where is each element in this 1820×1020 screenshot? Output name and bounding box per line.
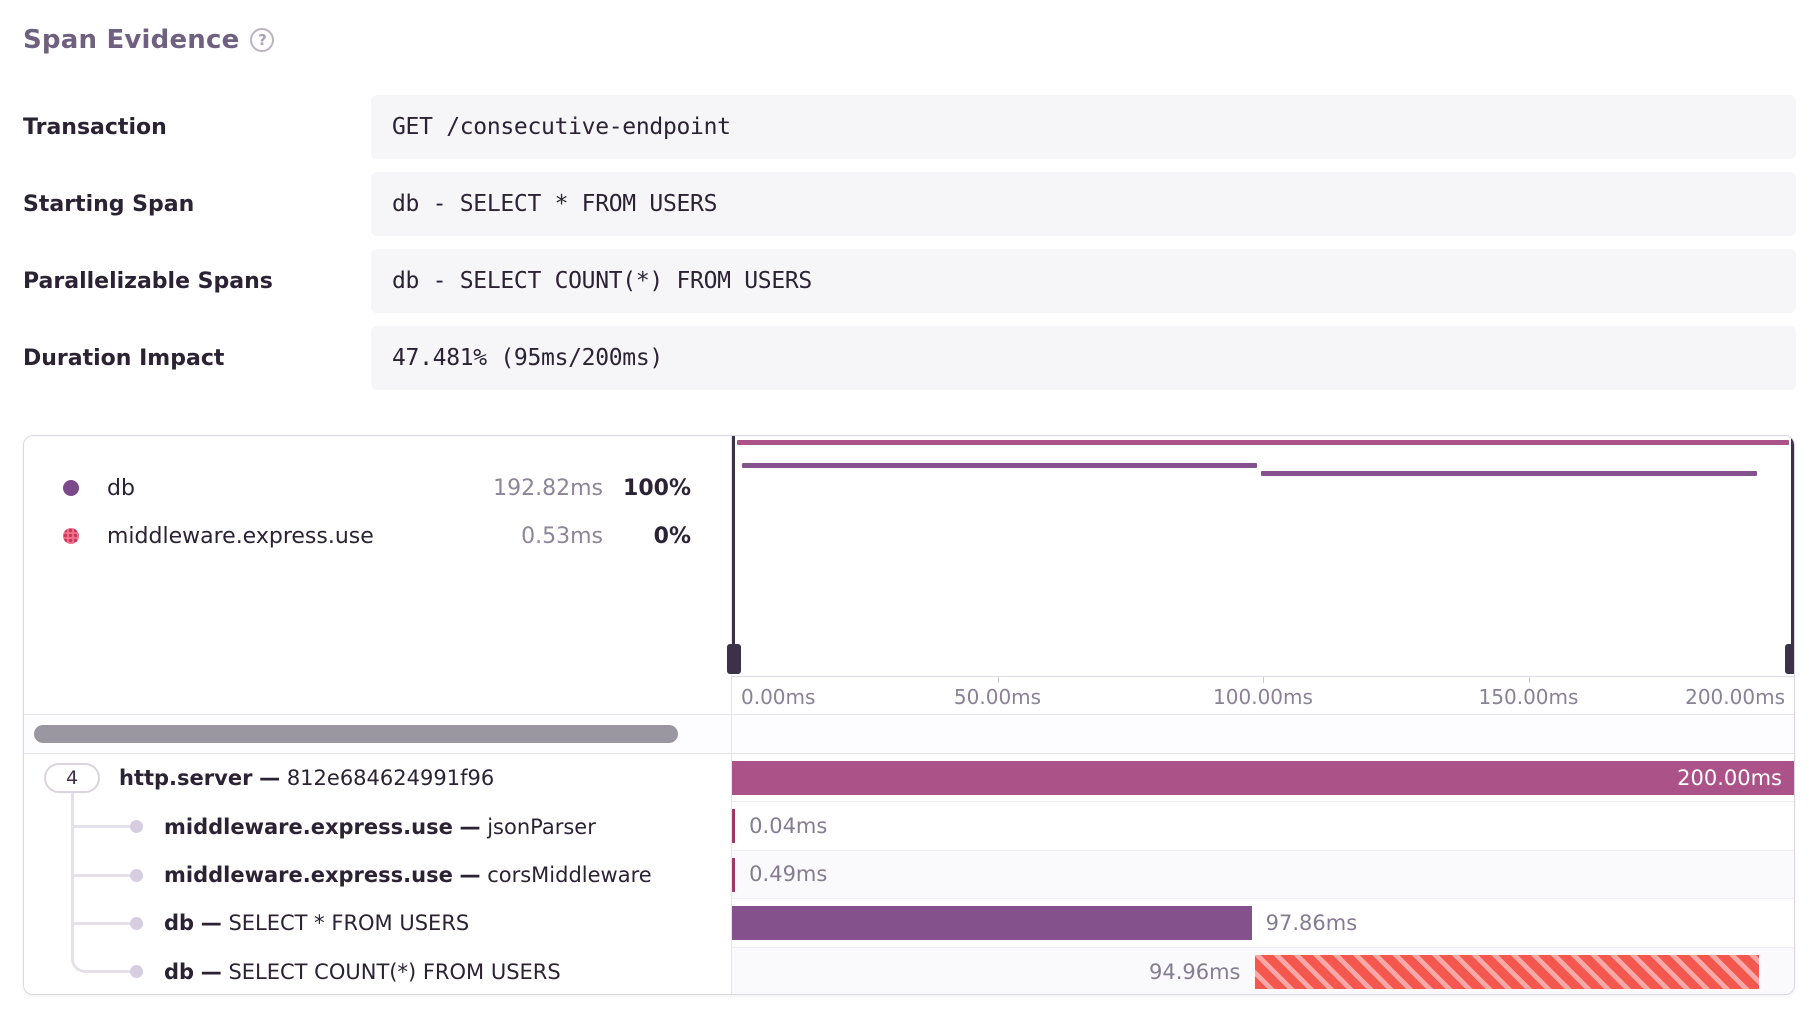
legend-item-db[interactable]: db 192.82ms 100% xyxy=(24,464,731,512)
axis-label: 150.00ms xyxy=(1479,685,1579,709)
axis-tick xyxy=(998,677,999,683)
legend-swatch-db-icon xyxy=(63,480,79,496)
field-row-starting-span: Starting Span db - SELECT * FROM USERS xyxy=(23,172,1796,236)
waterfall-cell: 200.00ms xyxy=(731,754,1794,802)
span-count-badge[interactable]: 4 xyxy=(44,763,100,793)
separator: — xyxy=(201,960,222,984)
span-duration-label: 200.00ms xyxy=(1677,761,1782,795)
span-row-json-parser[interactable]: middleware.express.use — jsonParser 0.04… xyxy=(24,802,1794,850)
span-bar-db-count-offender[interactable] xyxy=(1255,955,1759,989)
waterfall-cell: 97.86ms xyxy=(731,899,1794,947)
span-duration-label: 97.86ms xyxy=(1266,911,1358,935)
span-bar-json-parser[interactable] xyxy=(732,809,735,843)
page-title: Span Evidence xyxy=(23,25,239,55)
span-description: jsonParser xyxy=(487,815,596,839)
span-duration-label: 0.04ms xyxy=(749,814,827,838)
legend-duration: 0.53ms xyxy=(374,524,603,549)
span-description: SELECT * FROM USERS xyxy=(228,911,469,935)
minimap-span-db-count xyxy=(1261,471,1758,476)
span-tree: 4 http.server — 812e684624991f96 200.00m… xyxy=(24,754,1794,995)
span-waterfall-panel: db 192.82ms 100% middleware.express.use … xyxy=(23,435,1795,995)
separator: — xyxy=(259,766,280,790)
minimap-left-boundary xyxy=(732,436,735,673)
minimap-track xyxy=(737,436,1789,676)
field-label: Parallelizable Spans xyxy=(23,269,371,294)
field-row-parallelizable-spans: Parallelizable Spans db - SELECT COUNT(*… xyxy=(23,249,1796,313)
field-value: GET /consecutive-endpoint xyxy=(371,95,1796,159)
span-op: middleware.express.use xyxy=(164,863,453,887)
scrollbar-thumb[interactable] xyxy=(34,725,678,743)
axis-label: 50.00ms xyxy=(954,685,1041,709)
axis-label: 100.00ms xyxy=(1213,685,1313,709)
chart-legend: db 192.82ms 100% middleware.express.use … xyxy=(24,436,731,714)
waterfall-cell: 0.04ms xyxy=(731,802,1794,850)
axis-label: 200.00ms xyxy=(1685,685,1785,709)
field-label: Duration Impact xyxy=(23,346,371,371)
span-op: http.server xyxy=(119,766,252,790)
span-description: 812e684624991f96 xyxy=(287,766,494,790)
scrollbar-track[interactable] xyxy=(24,715,731,753)
field-label: Starting Span xyxy=(23,192,371,217)
legend-name: db xyxy=(107,476,135,501)
separator: — xyxy=(460,815,481,839)
minimap-span-db-select xyxy=(742,463,1256,468)
span-description: SELECT COUNT(*) FROM USERS xyxy=(228,960,560,984)
span-description: corsMiddleware xyxy=(487,863,651,887)
span-row-db-count[interactable]: db — SELECT COUNT(*) FROM USERS 94.96ms xyxy=(24,948,1794,995)
span-bar-http-server[interactable]: 200.00ms xyxy=(732,761,1794,795)
field-value: db - SELECT * FROM USERS xyxy=(371,172,1796,236)
minimap-right-drag-handle[interactable] xyxy=(1785,644,1795,674)
span-bar-db-select[interactable] xyxy=(732,906,1252,940)
axis-tick xyxy=(1529,677,1530,683)
minimap-plot[interactable] xyxy=(732,436,1794,676)
field-value: db - SELECT COUNT(*) FROM USERS xyxy=(371,249,1796,313)
separator: — xyxy=(460,863,481,887)
axis-tick xyxy=(1263,677,1264,683)
waterfall-cell: 0.49ms xyxy=(731,851,1794,899)
legend-duration: 192.82ms xyxy=(135,476,603,501)
minimap: 0.00ms 50.00ms 100.00ms 150.00ms 200.00m… xyxy=(731,436,1794,714)
span-duration-label: 0.49ms xyxy=(749,862,827,886)
separator: — xyxy=(201,911,222,935)
time-axis: 0.00ms 50.00ms 100.00ms 150.00ms 200.00m… xyxy=(732,676,1794,715)
field-row-duration-impact: Duration Impact 47.481% (95ms/200ms) xyxy=(23,326,1796,390)
minimap-span-http-server xyxy=(737,440,1789,445)
field-value: 47.481% (95ms/200ms) xyxy=(371,326,1796,390)
span-duration-label: 94.96ms xyxy=(1149,960,1241,984)
span-row-cors-middleware[interactable]: middleware.express.use — corsMiddleware … xyxy=(24,851,1794,899)
section-header: Span Evidence ? xyxy=(23,22,1796,58)
span-bar-cors-middleware[interactable] xyxy=(732,858,735,892)
minimap-right-boundary xyxy=(1791,436,1794,673)
help-icon[interactable]: ? xyxy=(250,28,274,52)
field-label: Transaction xyxy=(23,115,371,140)
legend-name: middleware.express.use xyxy=(107,524,374,549)
axis-label: 0.00ms xyxy=(741,685,815,709)
span-op: db xyxy=(164,960,194,984)
scrollbar-row-spacer xyxy=(731,715,1794,753)
minimap-left-drag-handle[interactable] xyxy=(727,644,741,674)
legend-percent: 100% xyxy=(603,476,731,501)
waterfall-cell: 94.96ms xyxy=(731,948,1794,995)
legend-percent: 0% xyxy=(603,524,731,549)
span-op: middleware.express.use xyxy=(164,815,453,839)
field-row-transaction: Transaction GET /consecutive-endpoint xyxy=(23,95,1796,159)
legend-swatch-middleware-icon xyxy=(63,528,79,544)
scrollbar-row xyxy=(24,714,1794,754)
span-row-db-select[interactable]: db — SELECT * FROM USERS 97.86ms xyxy=(24,899,1794,947)
legend-item-middleware[interactable]: middleware.express.use 0.53ms 0% xyxy=(24,512,731,560)
span-op: db xyxy=(164,911,194,935)
span-row-http-server[interactable]: 4 http.server — 812e684624991f96 200.00m… xyxy=(24,754,1794,802)
